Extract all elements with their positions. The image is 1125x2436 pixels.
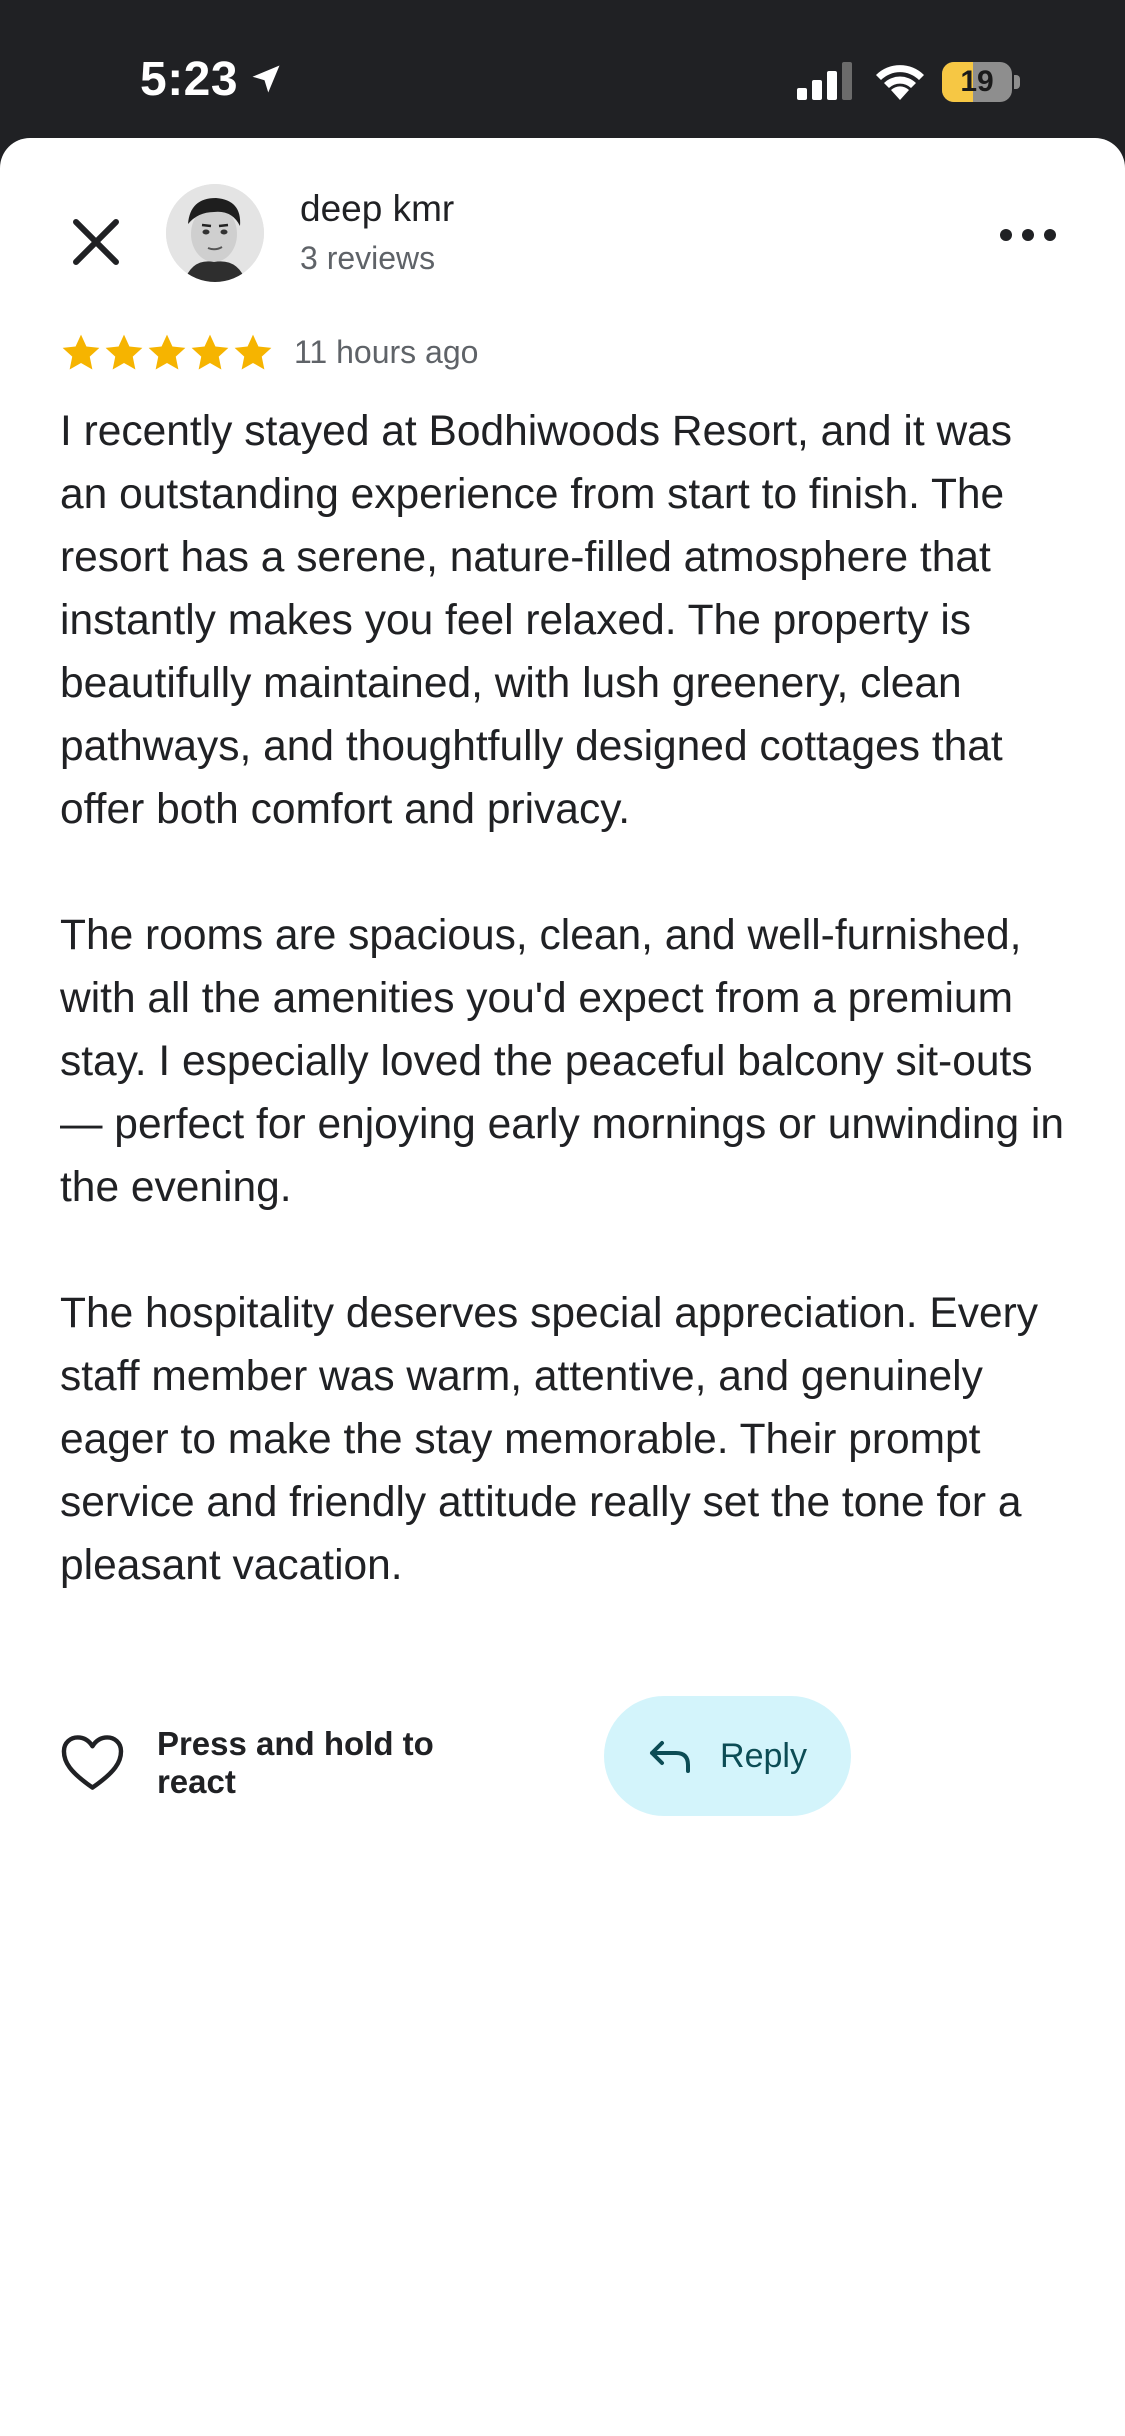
heart-icon — [61, 1735, 124, 1790]
react-label: Press and hold to react — [156, 1725, 434, 1800]
review-paragraph: The rooms are spacious, clean, and well-… — [60, 912, 1064, 1211]
review-time: 11 hours ago — [294, 334, 479, 370]
status-bar: 5:23 19 — [0, 0, 1125, 140]
reply-button[interactable]: Reply — [604, 1696, 851, 1816]
more-options-icon[interactable] — [996, 220, 1060, 250]
avatar[interactable] — [166, 184, 264, 282]
wifi-icon — [876, 65, 924, 100]
user-name[interactable]: deep kmr — [300, 188, 454, 230]
review-paragraph: The hospitality deserves special appreci… — [60, 1290, 1038, 1589]
star-icon — [105, 334, 143, 370]
cellular-signal-icon — [797, 62, 852, 100]
star-icon — [62, 334, 100, 370]
battery-level: 19 — [960, 65, 994, 98]
status-time: 5:23 — [140, 53, 239, 106]
reply-arrow-icon — [650, 1741, 691, 1773]
user-review-count: 3 reviews — [300, 240, 436, 276]
star-icon — [148, 334, 186, 370]
star-rating — [60, 332, 274, 376]
review-paragraph: I recently stayed at Bodhiwoods Resort, … — [60, 408, 1013, 833]
review-sheet: deep kmr 3 reviews 11 hours ago I recent… — [0, 138, 1125, 2436]
location-arrow-icon — [252, 65, 280, 93]
review-text: I recently stayed at Bodhiwoods Resort, … — [60, 400, 1070, 1597]
star-icon — [234, 334, 272, 370]
close-icon[interactable] — [64, 210, 128, 274]
reply-label: Reply — [720, 1736, 807, 1775]
battery-icon: 19 — [942, 62, 1020, 102]
react-button[interactable]: Press and hold to react — [60, 1722, 516, 1804]
star-icon — [191, 334, 229, 370]
